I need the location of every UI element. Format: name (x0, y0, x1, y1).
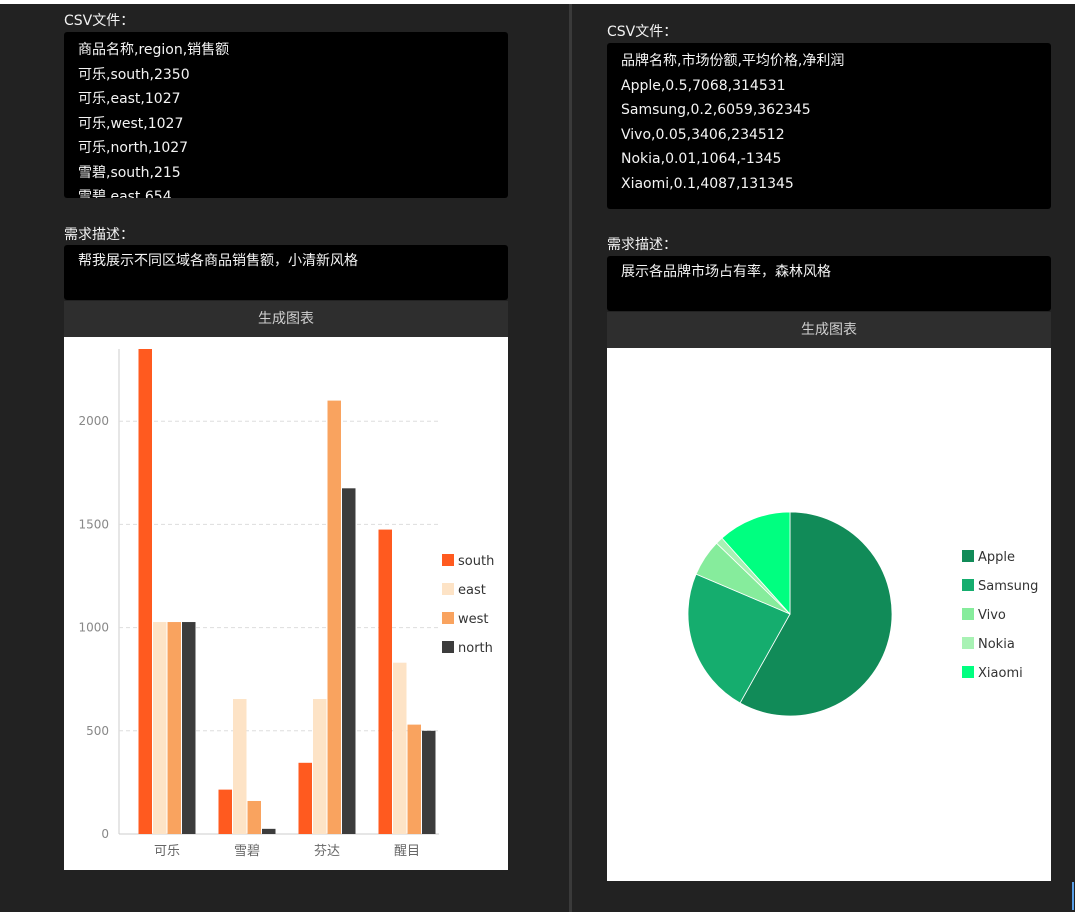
legend-swatch (962, 608, 974, 620)
bar-south[interactable] (298, 762, 313, 834)
legend-label[interactable]: Nokia (978, 637, 1015, 652)
x-tick-label: 雪碧 (234, 844, 260, 859)
legend-swatch (442, 554, 454, 566)
csv-content: 商品名称,region,销售额 可乐,south,2350 可乐,east,1027… (64, 32, 508, 198)
csv-textarea[interactable]: 商品名称,region,销售额 可乐,south,2350 可乐,east,1027… (64, 32, 508, 198)
y-tick-label: 1500 (78, 517, 109, 531)
legend-swatch (442, 583, 454, 595)
bar-east[interactable] (233, 699, 247, 834)
requirement-textarea[interactable]: 帮我展示不同区域各商品销售额，小清新风格 (64, 245, 508, 300)
x-tick-label: 醒目 (394, 844, 420, 859)
csv-line: Nokia,0.01,1064,-1345 (621, 151, 782, 167)
generate-chart-button[interactable]: 生成图表 (64, 301, 508, 337)
bar-south[interactable] (218, 789, 233, 834)
csv-line: 雪碧,east,654 (78, 189, 172, 198)
csv-line: Samsung,0.2,6059,362345 (621, 102, 811, 118)
generate-chart-button[interactable]: 生成图表 (607, 312, 1051, 348)
legend-swatch (442, 612, 454, 624)
legend-label[interactable]: Samsung (978, 579, 1038, 594)
csv-line: 可乐,north,1027 (78, 140, 189, 156)
bar-chart-svg: 0 500 1000 1500 2000 可乐 雪碧 芬达 醒目 south east west nor… (78, 349, 494, 859)
csv-label: CSV文件： (607, 24, 678, 40)
legend-label[interactable]: Xiaomi (978, 666, 1023, 681)
legend-swatch (962, 637, 974, 649)
requirement-label: 需求描述： (607, 237, 677, 253)
bar-north[interactable] (262, 828, 276, 834)
legend-label[interactable]: west (458, 612, 489, 627)
y-tick-label: 500 (86, 724, 109, 738)
legend-swatch (962, 666, 974, 678)
bar-west[interactable] (407, 724, 422, 834)
csv-label: CSV文件： (64, 13, 135, 29)
csv-textarea[interactable]: 品牌名称,市场份额,平均价格,净利润 Apple,0.5,7068,314531 S… (607, 43, 1051, 209)
requirement-text: 帮我展示不同区域各商品销售额，小清新风格 (78, 253, 358, 269)
bar-west[interactable] (247, 800, 262, 834)
requirement-label: 需求描述： (64, 227, 134, 243)
bar-chart: 0 500 1000 1500 2000 可乐 雪碧 芬达 醒目 south east west nor… (64, 337, 508, 870)
pie-chart: Apple Samsung Vivo Nokia Xiaomi (607, 348, 1051, 881)
legend-swatch (962, 579, 974, 591)
legend-label[interactable]: Apple (978, 550, 1015, 565)
csv-line: 品牌名称,市场份额,平均价格,净利润 (621, 53, 845, 69)
bar-south[interactable] (138, 349, 153, 834)
csv-line: Vivo,0.05,3406,234512 (621, 126, 785, 143)
bar-north[interactable] (342, 488, 356, 834)
csv-line: 可乐,south,2350 (78, 66, 190, 83)
y-tick-label: 2000 (78, 414, 109, 428)
csv-line: 可乐,east,1027 (78, 91, 181, 107)
bar-south[interactable] (378, 529, 393, 834)
csv-content: 品牌名称,市场份额,平均价格,净利润 Apple,0.5,7068,314531 S… (607, 43, 1051, 196)
y-tick-label: 1000 (78, 621, 109, 635)
bar-east[interactable] (393, 662, 407, 834)
bar-west[interactable] (327, 400, 342, 834)
scrollbar-handle[interactable] (1072, 882, 1074, 910)
x-tick-label: 芬达 (314, 844, 340, 859)
y-tick-label: 0 (101, 827, 109, 841)
legend-label[interactable]: Vivo (978, 608, 1006, 623)
legend-label[interactable]: south (458, 554, 494, 569)
csv-line: 商品名称,region,销售额 (78, 42, 230, 58)
requirement-textarea[interactable]: 展示各品牌市场占有率，森林风格 (607, 256, 1051, 311)
requirement-text: 展示各品牌市场占有率，森林风格 (621, 264, 831, 280)
x-tick-label: 可乐 (154, 844, 180, 859)
csv-line: Xiaomi,0.1,4087,131345 (621, 175, 794, 192)
csv-line: 可乐,west,1027 (78, 115, 184, 132)
legend-swatch (962, 550, 974, 562)
bar-east[interactable] (313, 699, 327, 834)
csv-line: 雪碧,south,215 (78, 164, 181, 181)
csv-line: Apple,0.5,7068,314531 (621, 77, 786, 94)
bar-west[interactable] (167, 622, 182, 834)
bar-north[interactable] (182, 622, 196, 834)
bar-north[interactable] (422, 730, 436, 834)
legend-swatch (442, 641, 454, 653)
pie-chart-svg: Apple Samsung Vivo Nokia Xiaomi (687, 511, 1038, 717)
legend-label[interactable]: north (458, 641, 493, 656)
legend-label[interactable]: east (458, 583, 486, 598)
bar-east[interactable] (153, 622, 167, 834)
